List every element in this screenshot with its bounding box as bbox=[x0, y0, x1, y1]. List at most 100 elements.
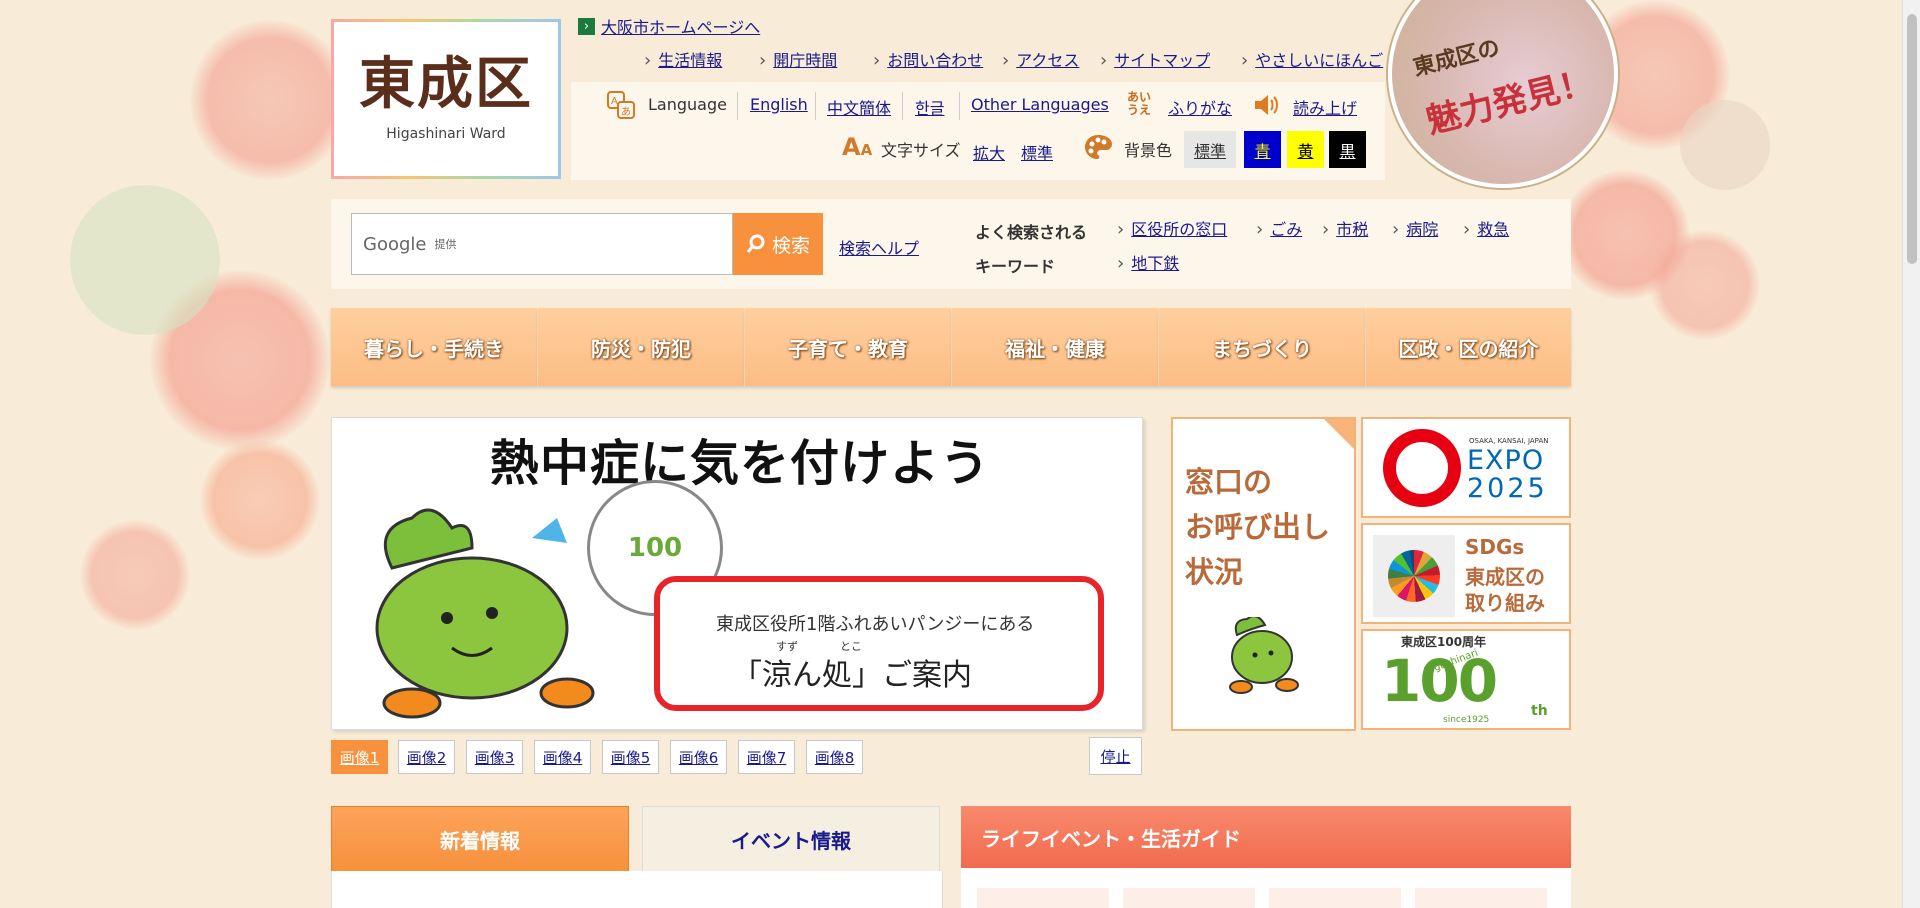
window-call-status-banner[interactable]: 窓口の お呼び出し 状況 bbox=[1171, 417, 1356, 731]
slider-page-2[interactable]: 画像2 bbox=[398, 740, 455, 774]
sdgs-wheel-icon bbox=[1373, 535, 1455, 617]
mascot-small-icon bbox=[1217, 615, 1312, 697]
tab-news[interactable]: 新着情報 bbox=[331, 806, 629, 872]
bg-rose-decoration bbox=[200, 440, 320, 560]
slider-image[interactable]: 熱中症に気を付けよう 100 東成区役所1階ふれあいパンジーにある すず とこ … bbox=[331, 417, 1143, 730]
bg-rose-decoration bbox=[150, 270, 330, 450]
scrollbar-thumb[interactable] bbox=[1907, 14, 1917, 264]
nav-ward-admin[interactable]: 区政・区の紹介 bbox=[1366, 308, 1571, 386]
search-input[interactable]: Google 提供 bbox=[351, 213, 733, 275]
sdgs-line2: 東成区の bbox=[1465, 565, 1545, 589]
sdgs-banner[interactable]: SDGs 東成区の 取り組み bbox=[1361, 523, 1571, 624]
provided-label: 提供 bbox=[434, 238, 457, 251]
slider-page-7[interactable]: 画像7 bbox=[738, 740, 795, 774]
top-link-sitemap[interactable]: サイトマップ bbox=[1100, 47, 1210, 71]
lang-other-link[interactable]: Other Languages bbox=[971, 95, 1109, 114]
sdgs-line1: SDGs bbox=[1465, 535, 1525, 559]
life-guide-card[interactable] bbox=[977, 888, 1109, 908]
news-panel bbox=[331, 871, 943, 908]
font-size-standard[interactable]: 標準 bbox=[1021, 140, 1053, 164]
keywords-label-line2: キーワード bbox=[975, 257, 1056, 276]
tab-news-label: 新着情報 bbox=[440, 828, 520, 853]
nav-disaster-crime[interactable]: 防災・防犯 bbox=[538, 308, 745, 386]
lang-divider bbox=[902, 92, 903, 120]
slider-page-6[interactable]: 画像6 bbox=[670, 740, 727, 774]
search-icon bbox=[746, 234, 766, 254]
keyword-emergency[interactable]: 救急 bbox=[1463, 216, 1509, 240]
bg-rose-decoration bbox=[190, 20, 350, 180]
osaka-link-wrap: › 大阪市ホームページへ bbox=[578, 14, 760, 38]
nav-childcare-education[interactable]: 子育て・教育 bbox=[745, 308, 952, 386]
lang-divider bbox=[815, 92, 816, 120]
language-label: Language bbox=[648, 95, 727, 114]
charm-discovery-badge[interactable]: 東成区の 魅力発見！ bbox=[1388, 0, 1618, 188]
top-link-access[interactable]: アクセス bbox=[1002, 47, 1079, 71]
cool-spot-line1: 東成区役所1階ふれあいパンジーにある bbox=[716, 614, 1035, 635]
life-guide-card[interactable] bbox=[1269, 888, 1401, 908]
keyword-ward-office[interactable]: 区役所の窓口 bbox=[1117, 216, 1227, 240]
expo-logo-icon bbox=[1383, 429, 1461, 507]
anniversary-100-banner[interactable]: 東成区100周年 100 Higashinari th since1925 bbox=[1361, 629, 1571, 730]
slider-stop-button[interactable]: 停止 bbox=[1089, 737, 1142, 775]
bg-rose-decoration bbox=[80, 520, 190, 630]
furigana-link[interactable]: ふりがな bbox=[1168, 95, 1232, 119]
furigana-icon: あい うえ bbox=[1127, 90, 1152, 117]
fan-text: 100 bbox=[627, 533, 683, 563]
bg-rose-decoration bbox=[1650, 230, 1760, 340]
read-aloud-link[interactable]: 読み上げ bbox=[1293, 95, 1357, 119]
slider-page-8[interactable]: 画像8 bbox=[806, 740, 863, 774]
slider-page-3[interactable]: 画像3 bbox=[466, 740, 523, 774]
corner-decoration bbox=[1324, 419, 1354, 449]
keyword-subway[interactable]: 地下鉄 bbox=[1117, 250, 1179, 274]
slider-page-5[interactable]: 画像5 bbox=[602, 740, 659, 774]
bg-color-standard[interactable]: 標準 bbox=[1184, 131, 1236, 168]
nav-living-procedures[interactable]: 暮らし・手続き bbox=[331, 308, 538, 386]
lang-chinese-link[interactable]: 中文簡体 bbox=[827, 95, 891, 119]
osaka-city-link[interactable]: 大阪市ホームページへ bbox=[601, 14, 760, 38]
site-logo[interactable]: 東成区 Higashinari Ward bbox=[331, 19, 561, 179]
page-scrollbar[interactable] bbox=[1902, 0, 1920, 908]
keyword-tax[interactable]: 市税 bbox=[1322, 216, 1368, 240]
life-guide-card[interactable] bbox=[1123, 888, 1255, 908]
search-help-link[interactable]: 検索ヘルプ bbox=[839, 235, 919, 259]
window-call-line2: お呼び出し bbox=[1185, 510, 1331, 544]
slider-page-4[interactable]: 画像4 bbox=[534, 740, 591, 774]
nav-welfare-health[interactable]: 福祉・健康 bbox=[952, 308, 1159, 386]
svg-text:あ: あ bbox=[621, 106, 631, 118]
top-link-hours[interactable]: 開庁時間 bbox=[759, 47, 837, 71]
top-link-life[interactable]: 生活情報 bbox=[644, 47, 722, 71]
bg-color-label: 背景色 bbox=[1124, 141, 1173, 160]
expo-2025-banner[interactable]: OSAKA, KANSAI, JAPAN EXPO 2025 bbox=[1361, 417, 1571, 518]
lang-english-link[interactable]: English bbox=[750, 95, 808, 114]
keyword-garbage[interactable]: ごみ bbox=[1256, 216, 1302, 240]
search-button[interactable]: 検索 bbox=[733, 213, 823, 275]
top-link-easy-japanese[interactable]: やさしいにほんご bbox=[1241, 47, 1383, 71]
tab-events[interactable]: イベント情報 bbox=[642, 806, 940, 872]
logo-subtitle: Higashinari Ward bbox=[386, 126, 506, 142]
font-size-enlarge[interactable]: 拡大 bbox=[973, 140, 1005, 164]
lang-divider bbox=[959, 92, 960, 120]
nav-town-planning[interactable]: まちづくり bbox=[1159, 308, 1366, 386]
bg-color-black[interactable]: 黒 bbox=[1329, 131, 1366, 168]
life-guide-panel bbox=[961, 868, 1571, 908]
keyword-hospital[interactable]: 病院 bbox=[1392, 216, 1438, 240]
bg-color-yellow[interactable]: 黄 bbox=[1287, 131, 1324, 168]
top-link-contact[interactable]: お問い合わせ bbox=[873, 47, 983, 71]
google-label: Google bbox=[363, 233, 427, 255]
language-icon: Aあ bbox=[606, 90, 636, 120]
slider-page-1[interactable]: 画像1 bbox=[331, 740, 388, 774]
expo-text: EXPO bbox=[1467, 445, 1545, 476]
expo-small-text: OSAKA, KANSAI, JAPAN bbox=[1469, 437, 1549, 445]
tab-events-label: イベント情報 bbox=[731, 828, 851, 853]
window-call-line1: 窓口の bbox=[1185, 465, 1273, 499]
life-guide-title: ライフイベント・生活ガイド bbox=[981, 826, 1241, 851]
palette-icon bbox=[1083, 133, 1113, 161]
font-size-icon: AA bbox=[842, 133, 873, 161]
expo-year: 2025 bbox=[1467, 473, 1548, 504]
cool-spot-box: 東成区役所1階ふれあいパンジーにある すず とこ 「涼ん処」ご案内 bbox=[654, 576, 1104, 711]
bg-color-blue[interactable]: 青 bbox=[1244, 131, 1281, 168]
lang-divider bbox=[737, 92, 738, 120]
lang-korean-link[interactable]: 한글 bbox=[915, 95, 944, 119]
slider-headline: 熱中症に気を付けよう bbox=[490, 435, 991, 492]
life-guide-card[interactable] bbox=[1415, 888, 1547, 908]
